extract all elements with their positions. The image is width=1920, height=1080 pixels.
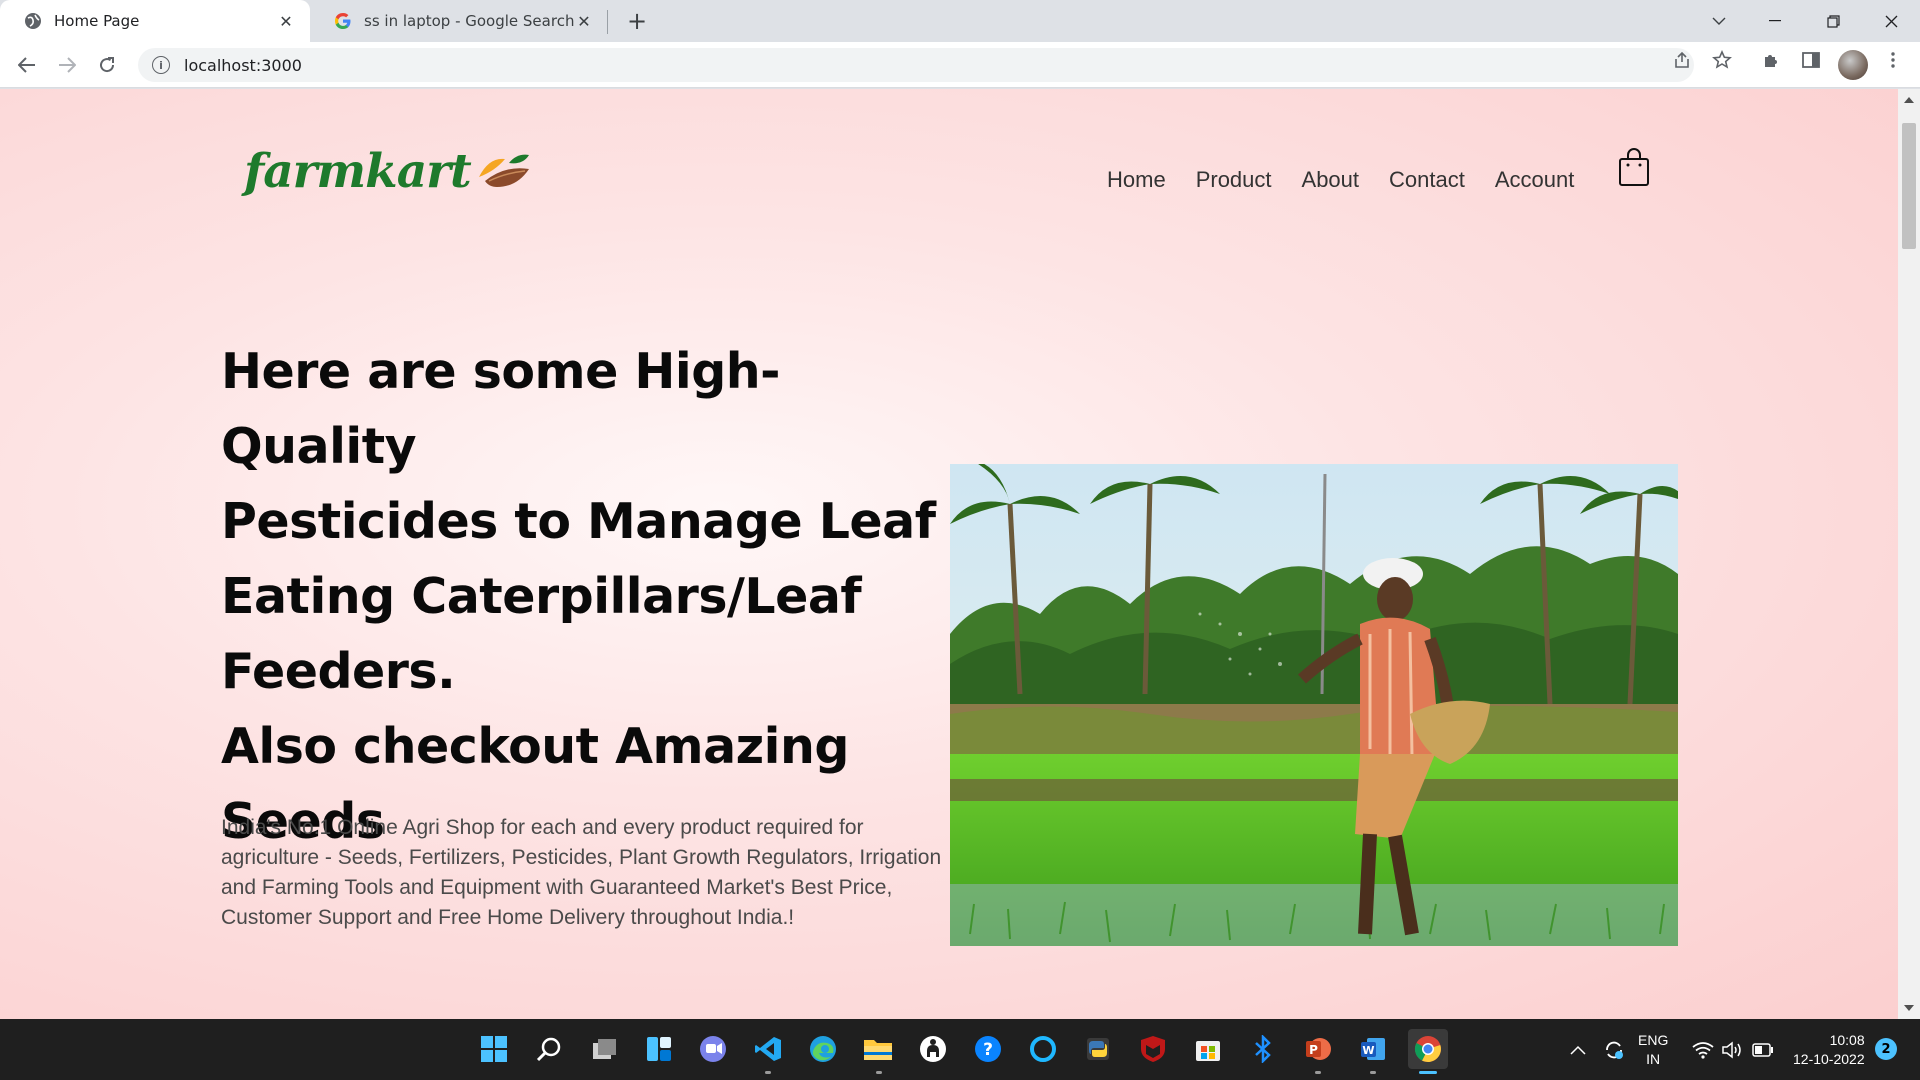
sync-icon[interactable] [1603, 1019, 1625, 1080]
side-panel-icon[interactable] [1800, 49, 1822, 71]
tab-separator [607, 10, 608, 34]
file-explorer-icon[interactable] [858, 1029, 898, 1069]
page-scrollbar[interactable] [1898, 89, 1920, 1019]
scrollbar-thumb[interactable] [1902, 123, 1916, 249]
python-icon[interactable] [1078, 1029, 1118, 1069]
tab-title: Home Page [54, 12, 140, 30]
task-view-icon[interactable] [584, 1029, 624, 1069]
clock-date: 12-10-2022 [1793, 1050, 1865, 1067]
battery-icon[interactable] [1752, 1019, 1774, 1080]
close-window-button[interactable] [1868, 0, 1914, 42]
new-tab-button[interactable]: + [623, 7, 651, 35]
clock[interactable]: 10:08 12-10-2022 [1793, 1019, 1865, 1080]
mcafee-icon[interactable] [1133, 1029, 1173, 1069]
widgets-icon[interactable] [639, 1029, 679, 1069]
site-logo[interactable]: farmkart [244, 141, 531, 201]
browser-tab-strip: Home Page ✕ ss in laptop - Google Search… [0, 0, 1920, 42]
cortana-icon[interactable] [1023, 1029, 1063, 1069]
language-code: ENG [1638, 1031, 1669, 1048]
share-icon[interactable] [1671, 49, 1693, 71]
github-icon[interactable] [913, 1029, 953, 1069]
running-indicator [1370, 1071, 1376, 1074]
tab-google-search[interactable]: ss in laptop - Google Search ✕ [310, 0, 608, 42]
nav-about[interactable]: About [1302, 167, 1360, 193]
page-viewport: farmkart Home Product About Contact Acco… [0, 89, 1898, 1019]
language-indicator[interactable]: ENG IN [1638, 1019, 1668, 1080]
bluetooth-icon[interactable] [1243, 1029, 1283, 1069]
microsoft-store-icon[interactable] [1188, 1029, 1228, 1069]
more-menu-icon[interactable] [1882, 49, 1904, 71]
nav-contact[interactable]: Contact [1389, 167, 1465, 193]
nav-product[interactable]: Product [1196, 167, 1272, 193]
svg-text:?: ? [983, 1040, 993, 1060]
nav-home[interactable]: Home [1107, 167, 1166, 193]
region-code: IN [1646, 1050, 1661, 1067]
globe-icon [24, 12, 42, 30]
bookmark-star-icon[interactable] [1711, 49, 1733, 71]
close-tab-icon[interactable]: ✕ [574, 11, 594, 31]
volume-icon[interactable] [1722, 1019, 1744, 1080]
running-indicator [1315, 1071, 1321, 1074]
notification-badge[interactable]: 2 [1875, 1038, 1897, 1060]
google-icon [334, 12, 352, 30]
extensions-icon[interactable] [1760, 49, 1782, 71]
tab-search-chevron-icon[interactable] [1696, 0, 1742, 42]
back-button[interactable] [12, 50, 42, 80]
shopping-bag-icon[interactable] [1618, 147, 1650, 187]
running-indicator [876, 1071, 882, 1074]
windows-taskbar: ? P W ENG IN 10:08 12-10-2022 2 [0, 1019, 1920, 1080]
scroll-down-arrow-icon[interactable] [1904, 1005, 1914, 1011]
main-nav: Home Product About Contact Account [1107, 167, 1604, 193]
edge-icon[interactable] [803, 1029, 843, 1069]
site-info-icon[interactable]: i [152, 56, 170, 74]
restore-button[interactable] [1810, 0, 1856, 42]
help-icon[interactable]: ? [968, 1029, 1008, 1069]
chrome-icon[interactable] [1408, 1029, 1448, 1069]
running-indicator [765, 1071, 771, 1074]
minimize-button[interactable] [1752, 0, 1798, 42]
hero-title-line: Also checkout Amazing [221, 718, 849, 775]
hero-title-line: Pesticides to Manage Leaf [221, 493, 936, 550]
windows-start-icon[interactable] [474, 1029, 514, 1069]
powerpoint-icon[interactable]: P [1298, 1029, 1338, 1069]
close-tab-icon[interactable]: ✕ [276, 11, 296, 31]
tab-title: ss in laptop - Google Search [364, 12, 574, 30]
hero-farmer-image [950, 464, 1678, 946]
leaf-logo-icon [475, 147, 531, 195]
word-icon[interactable]: W [1353, 1029, 1393, 1069]
search-icon[interactable] [529, 1029, 569, 1069]
hero-title-line: Here are some High-Quality [221, 343, 781, 475]
scroll-up-arrow-icon[interactable] [1904, 97, 1914, 103]
reload-button[interactable] [92, 50, 122, 80]
nav-account[interactable]: Account [1495, 167, 1575, 193]
wifi-icon[interactable] [1692, 1019, 1714, 1080]
clock-time: 10:08 [1829, 1031, 1865, 1048]
address-bar[interactable]: i localhost:3000 [138, 48, 1694, 82]
hero-description: India's No.1 Online Agri Shop for each a… [221, 816, 942, 929]
active-app-indicator [1419, 1071, 1437, 1074]
svg-text:W: W [1362, 1044, 1374, 1057]
profile-avatar[interactable] [1838, 50, 1868, 80]
hero-title-line: Eating Caterpillars/Leaf [221, 568, 862, 625]
logo-text: farmkart [244, 143, 472, 199]
browser-toolbar: i localhost:3000 [0, 42, 1920, 88]
hero-title: Here are some High-Quality Pesticides to… [221, 334, 961, 859]
forward-button[interactable] [52, 50, 82, 80]
vscode-icon[interactable] [748, 1029, 788, 1069]
hero-title-line: Feeders. [221, 643, 456, 700]
url-text: localhost:3000 [184, 55, 302, 75]
teams-chat-icon[interactable] [693, 1029, 733, 1069]
svg-text:P: P [1309, 1043, 1318, 1057]
show-hidden-icons-icon[interactable] [1570, 1019, 1586, 1080]
tab-home-page[interactable]: Home Page ✕ [0, 0, 310, 42]
